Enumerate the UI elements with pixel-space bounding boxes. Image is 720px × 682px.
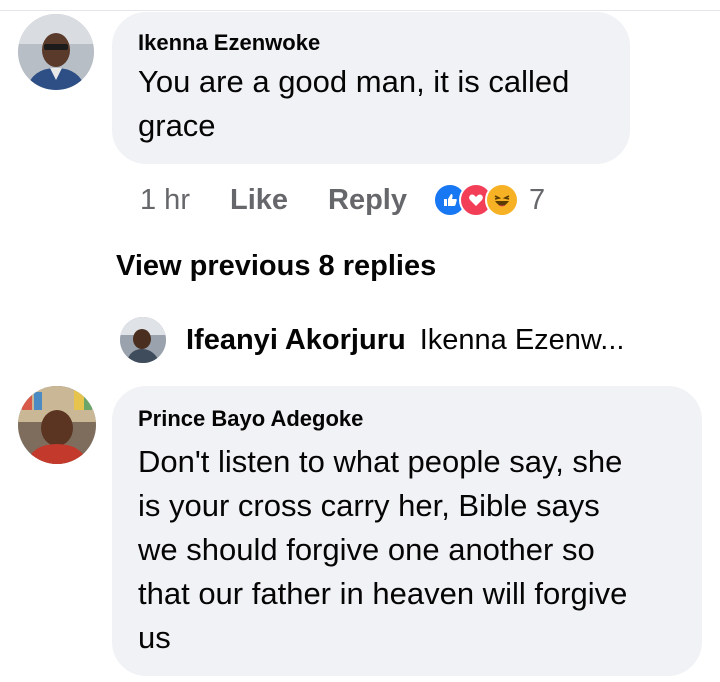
avatar-ifeanyi-akorjuru[interactable] — [120, 317, 166, 363]
comment-text-line: we should forgive one another so — [138, 532, 595, 567]
reply-snippet: Ikenna Ezenw... — [419, 323, 625, 356]
avatar-prince-bayo-adegoke[interactable] — [18, 386, 96, 464]
comment-text-line: You are a good man, it is called — [138, 64, 570, 99]
divider — [0, 10, 720, 11]
comment-text-line: Don't listen to what people say, she — [138, 444, 623, 479]
comment-bubble: Ikenna Ezenwoke You are a good man, it i… — [112, 12, 630, 164]
comment-text-line: grace — [138, 108, 216, 143]
comment-author[interactable]: Prince Bayo Adegoke — [138, 406, 363, 432]
comment-text-line: is your cross carry her, Bible says — [138, 488, 600, 523]
comment-text-line: that our father in heaven will forgive — [138, 576, 628, 611]
reaction-count: 7 — [529, 183, 546, 216]
comment-text-line: us — [138, 620, 171, 655]
reply-button[interactable]: Reply — [328, 184, 407, 217]
view-previous-replies-link[interactable]: View previous 8 replies — [116, 250, 436, 283]
comment-text: Don't listen to what people say, she is … — [138, 440, 627, 660]
reply-author[interactable]: Ifeanyi Akorjuru — [186, 324, 406, 357]
comment-timestamp[interactable]: 1 hr — [140, 184, 190, 217]
haha-icon — [485, 183, 519, 217]
reply-preview[interactable]: Ifeanyi Akorjuru Ikenna Ezenw... — [120, 316, 624, 364]
comments-thread: Ikenna Ezenwoke You are a good man, it i… — [0, 0, 720, 682]
comment-text: You are a good man, it is called grace — [138, 60, 569, 148]
comment-author[interactable]: Ikenna Ezenwoke — [138, 30, 320, 56]
comment-actions: 1 hr Like Reply 7 — [140, 180, 545, 220]
avatar-ikenna-ezenwoke[interactable] — [18, 14, 94, 90]
comment-bubble: Prince Bayo Adegoke Don't listen to what… — [112, 386, 702, 676]
reactions-summary[interactable]: 7 — [433, 183, 545, 217]
like-button[interactable]: Like — [230, 184, 288, 217]
